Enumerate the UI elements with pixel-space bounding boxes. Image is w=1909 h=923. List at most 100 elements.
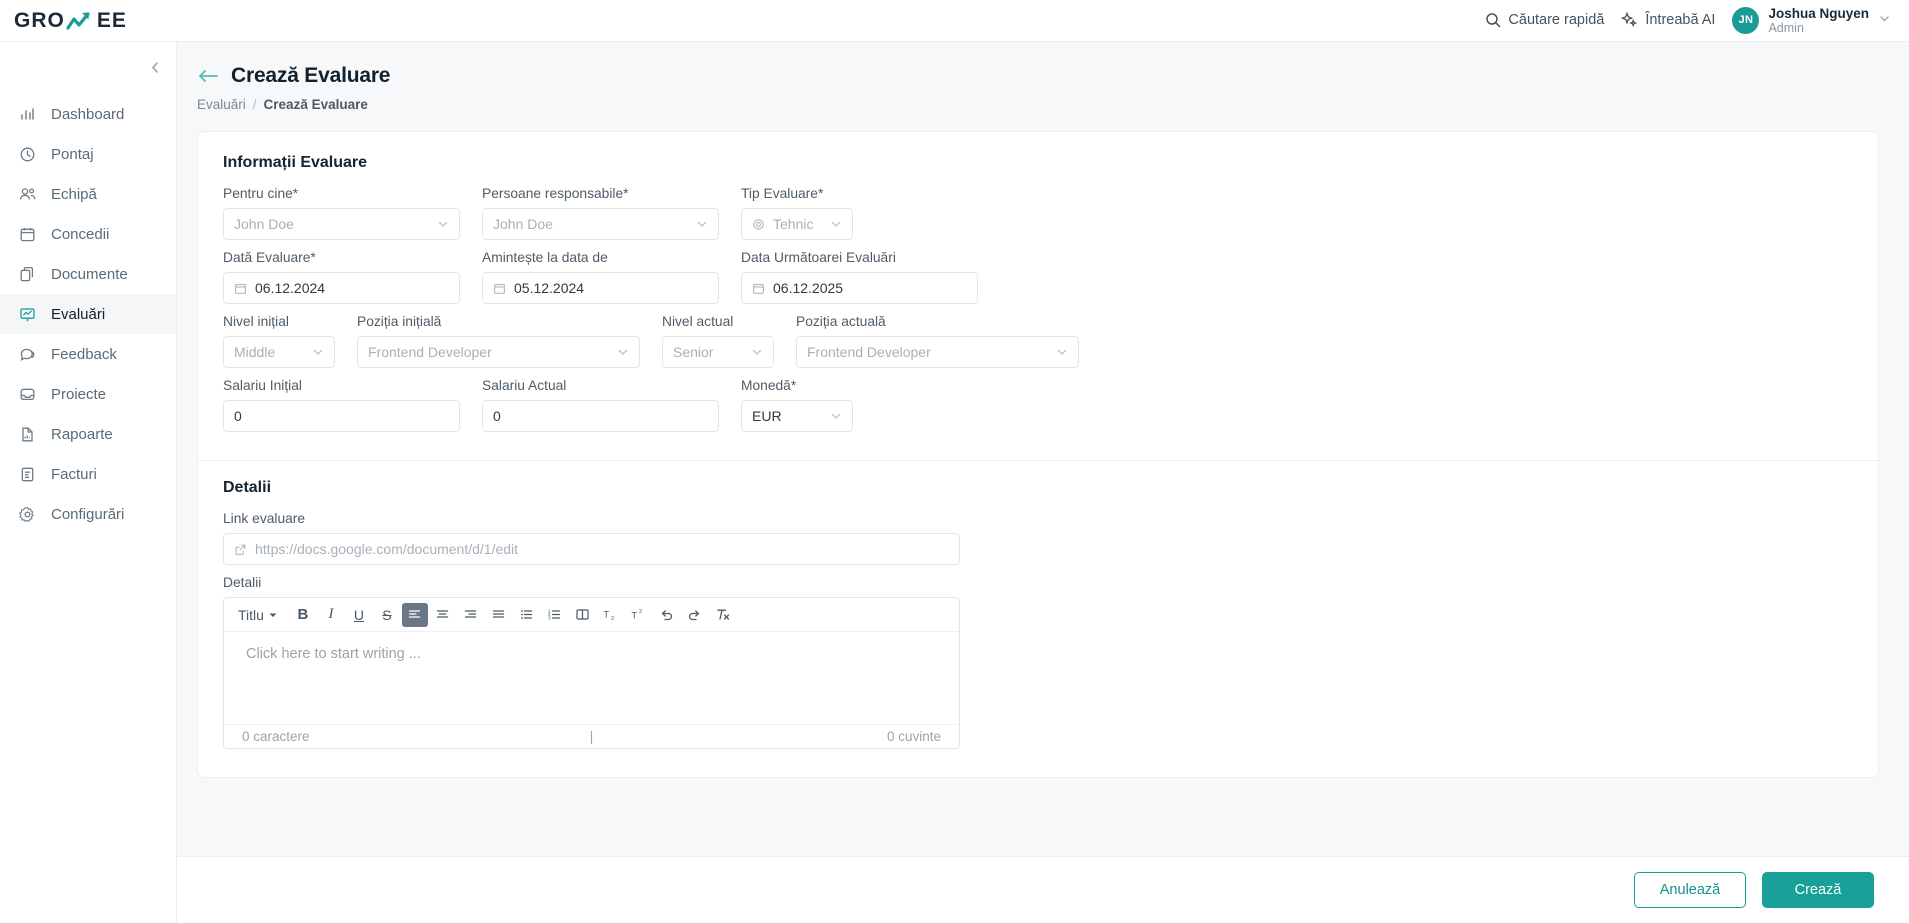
- sidebar-item-pontaj[interactable]: Pontaj: [0, 134, 176, 174]
- italic-button[interactable]: I: [318, 603, 344, 627]
- strikethrough-button[interactable]: S: [374, 603, 400, 627]
- submit-button[interactable]: Crează: [1762, 872, 1874, 908]
- field-label: Nivel inițial: [223, 314, 289, 329]
- field-nivel-actual: Nivel actual Senior: [662, 314, 774, 368]
- breadcrumb: Evaluări / Crează Evaluare: [197, 97, 1909, 112]
- field-nivel-initial: Nivel inițial Middle: [223, 314, 335, 368]
- chevron-down-icon: [617, 346, 629, 358]
- chevron-down-icon: [1056, 346, 1068, 358]
- style-select[interactable]: Titlu: [232, 607, 284, 623]
- columns-button[interactable]: [570, 603, 596, 627]
- sidebar-item-documente[interactable]: Documente: [0, 254, 176, 294]
- char-count: 0 caractere: [242, 729, 310, 744]
- section-title-informatii: Informații Evaluare: [223, 154, 368, 171]
- field-label: Nivel actual: [662, 314, 734, 329]
- field-value: Middle: [234, 344, 276, 360]
- user-menu[interactable]: JN Joshua Nguyen Admin: [1732, 6, 1891, 36]
- nivel-initial-select[interactable]: Middle: [223, 336, 335, 368]
- sidebar-item-facturi[interactable]: Facturi: [0, 454, 176, 494]
- pozitia-actuala-select[interactable]: Frontend Developer: [796, 336, 1079, 368]
- sidebar-item-dashboard[interactable]: Dashboard: [0, 94, 176, 134]
- svg-text:2: 2: [611, 616, 614, 622]
- sidebar-item-feedback[interactable]: Feedback: [0, 334, 176, 374]
- chevron-down-icon: [751, 346, 763, 358]
- salariu-actual-input[interactable]: 0: [482, 400, 719, 432]
- calendar-icon: [234, 282, 247, 295]
- sidebar-item-label: Configurări: [51, 505, 125, 523]
- chart-bar-icon: [18, 105, 37, 124]
- user-info: Joshua Nguyen Admin: [1768, 6, 1869, 36]
- field-value: Senior: [673, 344, 714, 360]
- subscript-button[interactable]: T 2: [598, 603, 624, 627]
- gear-icon: [18, 505, 37, 524]
- sidebar-item-evaluari[interactable]: Evaluări: [0, 294, 176, 334]
- field-persoane-responsabile: Persoane responsabile* John Doe: [482, 186, 719, 240]
- chevron-down-icon: [312, 346, 324, 358]
- page-header: Crează Evaluare Evaluări / Crează Evalua…: [177, 42, 1909, 112]
- align-justify-button[interactable]: [486, 603, 512, 627]
- chevron-down-icon: [437, 218, 449, 230]
- sidebar-item-rapoarte[interactable]: Rapoarte: [0, 414, 176, 454]
- align-right-button[interactable]: [458, 603, 484, 627]
- section-divider: [198, 460, 1878, 461]
- underline-button[interactable]: U: [346, 603, 372, 627]
- ask-ai-button[interactable]: Întreabă AI: [1621, 11, 1716, 29]
- word-count: 0 cuvinte: [886, 729, 942, 744]
- users-icon: [18, 185, 37, 204]
- app-root: GRO EE Căutare rapidă Întreabă AI JN Jos…: [0, 0, 1909, 923]
- quick-search-button[interactable]: Căutare rapidă: [1485, 12, 1604, 28]
- field-value: 0: [493, 408, 501, 424]
- form-scroll-area[interactable]: Informații Evaluare Pentru cine* John Do…: [177, 112, 1909, 923]
- breadcrumb-parent[interactable]: Evaluări: [197, 97, 246, 112]
- persoane-responsabile-select[interactable]: John Doe: [482, 208, 719, 240]
- logo-area[interactable]: GRO EE: [0, 9, 177, 33]
- sidebar-item-label: Dashboard: [51, 105, 125, 123]
- pentru-cine-select[interactable]: John Doe: [223, 208, 460, 240]
- cancel-button[interactable]: Anulează: [1634, 872, 1746, 908]
- aminteste-data-input[interactable]: 05.12.2024: [482, 272, 719, 304]
- field-value: Tehnic: [773, 216, 814, 232]
- documents-icon: [18, 265, 37, 284]
- field-label: Tip Evaluare*: [741, 186, 824, 201]
- salariu-initial-input[interactable]: 0: [223, 400, 460, 432]
- link-evaluare-input[interactable]: https://docs.google.com/document/d/1/edi…: [223, 533, 960, 565]
- sidebar-item-label: Echipă: [51, 185, 97, 203]
- bullet-list-button[interactable]: [514, 603, 540, 627]
- align-left-button[interactable]: [401, 602, 428, 627]
- ask-ai-label: Întreabă AI: [1645, 12, 1716, 29]
- tip-evaluare-select[interactable]: Tehnic: [741, 208, 853, 240]
- chevron-down-icon: [696, 218, 708, 230]
- evaluation-icon: [18, 305, 37, 324]
- editor-footer: 0 caractere | 0 cuvinte: [224, 724, 959, 748]
- align-center-button[interactable]: [430, 603, 456, 627]
- field-moneda: Monedă* EUR: [741, 378, 853, 432]
- sidebar-item-echipa[interactable]: Echipă: [0, 174, 176, 214]
- sidebar-collapse-button[interactable]: [144, 56, 166, 78]
- back-arrow-icon[interactable]: [197, 68, 219, 84]
- sidebar-item-label: Facturi: [51, 465, 97, 483]
- field-label: Salariu Actual: [482, 378, 567, 393]
- numbered-list-button[interactable]: 1 2 3: [542, 603, 568, 627]
- sidebar-item-label: Proiecte: [51, 385, 107, 403]
- sidebar-item-configurari[interactable]: Configurări: [0, 494, 176, 534]
- svg-text:T: T: [603, 610, 609, 620]
- superscript-button[interactable]: T 2: [626, 603, 652, 627]
- nivel-actual-select[interactable]: Senior: [662, 336, 774, 368]
- field-label: Salariu Inițial: [223, 378, 302, 393]
- sidebar-item-concedii[interactable]: Concedii: [0, 214, 176, 254]
- svg-text:T: T: [631, 611, 637, 621]
- editor-content-area[interactable]: Click here to start writing ...: [224, 632, 959, 724]
- clear-format-button[interactable]: [710, 603, 736, 627]
- moneda-select[interactable]: EUR: [741, 400, 853, 432]
- redo-button[interactable]: [682, 603, 708, 627]
- pozitia-initiala-select[interactable]: Frontend Developer: [357, 336, 640, 368]
- page-title: Crează Evaluare: [231, 64, 391, 87]
- sidebar-item-proiecte[interactable]: Proiecte: [0, 374, 176, 414]
- data-evaluare-input[interactable]: 06.12.2024: [223, 272, 460, 304]
- search-icon: [1485, 12, 1501, 28]
- data-urmatoare-input[interactable]: 06.12.2025: [741, 272, 978, 304]
- bold-button[interactable]: B: [290, 603, 316, 627]
- sparkles-icon: [1621, 11, 1638, 29]
- undo-button[interactable]: [654, 603, 680, 627]
- sidebar-nav: Dashboard Pontaj Echipă Concedii Documen…: [0, 94, 176, 534]
